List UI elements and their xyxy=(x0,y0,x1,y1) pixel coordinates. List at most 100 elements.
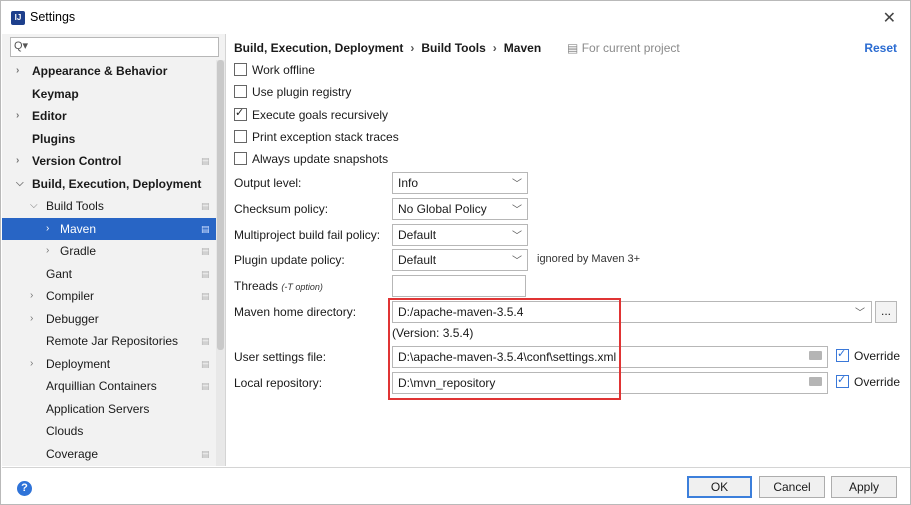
ok-button[interactable]: OK xyxy=(687,476,752,498)
sidebar-item-label: Clouds xyxy=(46,424,84,438)
checkbox-box[interactable] xyxy=(234,152,247,165)
project-scope-icon: ▤ xyxy=(201,448,210,459)
chevron-down-icon: ﹀ xyxy=(512,256,522,267)
sidebar-item-arquillian-containers[interactable]: Arquillian Containers ▤ xyxy=(2,375,216,398)
plugin-update-policy-select[interactable]: Default ﹀ xyxy=(392,249,528,271)
sidebar-item-editor[interactable]: › Editor xyxy=(2,105,216,128)
browse-maven-home-button[interactable]: ... xyxy=(875,301,897,323)
multiproject-fail-policy-value: Default xyxy=(398,228,437,242)
chevron-right-icon[interactable]: › xyxy=(30,353,33,376)
local-repository-override-checkbox[interactable]: Override xyxy=(836,373,900,389)
chevron-right-icon[interactable]: › xyxy=(46,218,49,241)
plugin-update-policy-note: ignored by Maven 3+ xyxy=(537,253,641,265)
user-settings-input[interactable]: D:\apache-maven-3.5.4\conf\settings.xml xyxy=(392,346,828,368)
intellij-icon: IJ xyxy=(11,11,25,25)
breadcrumb-item: Build, Execution, Deployment xyxy=(234,41,404,55)
checksum-policy-select[interactable]: No Global Policy ﹀ xyxy=(392,198,528,220)
sidebar-item-label: Arquillian Containers xyxy=(46,379,157,393)
threads-input[interactable] xyxy=(392,275,526,297)
maven-home-combobox[interactable]: D:/apache-maven-3.5.4 ﹀ xyxy=(392,301,872,323)
project-scope-icon: ▤ xyxy=(201,201,210,211)
sidebar-item-compiler[interactable]: › Compiler ▤ xyxy=(2,285,216,308)
folder-icon[interactable] xyxy=(809,377,822,386)
sidebar-item-application-servers[interactable]: Application Servers xyxy=(2,398,216,421)
search-input[interactable]: Q▾ xyxy=(10,37,219,57)
chevron-down-icon: ﹀ xyxy=(512,231,522,242)
sidebar-item-appearance-behavior[interactable]: › Appearance & Behavior xyxy=(2,60,216,83)
window-title: Settings xyxy=(30,10,76,24)
sidebar-item-maven[interactable]: › Maven ▤ xyxy=(2,217,216,241)
checkbox-box[interactable] xyxy=(836,347,849,362)
sidebar-item-label: Build, Execution, Deployment xyxy=(32,176,202,191)
execute-goals-recursively-label: Execute goals recursively xyxy=(252,108,389,122)
sidebar-item-clouds[interactable]: Clouds xyxy=(2,420,216,443)
user-settings-override-checkbox[interactable]: Override xyxy=(836,347,900,363)
output-level-select[interactable]: Info ﹀ xyxy=(392,172,528,194)
sidebar-scrollbar[interactable] xyxy=(216,60,225,466)
maven-settings-panel: Build, Execution, Deployment › Build Tools… xyxy=(226,34,910,466)
local-repository-input[interactable]: D:\mvn_repository xyxy=(392,372,828,394)
chevron-right-icon[interactable]: › xyxy=(30,285,33,308)
sidebar-item-label: Deployment xyxy=(46,356,111,371)
cancel-button[interactable]: Cancel xyxy=(759,476,825,498)
sidebar-item-label: Application Servers xyxy=(46,401,150,416)
sidebar-item-gant[interactable]: Gant ▤ xyxy=(2,263,216,286)
sidebar-item-coverage[interactable]: Coverage ▤ xyxy=(2,443,216,466)
sidebar-item-debugger[interactable]: › Debugger xyxy=(2,308,216,331)
chevron-right-icon[interactable]: › xyxy=(16,60,19,83)
sidebar-item-label: Keymap xyxy=(32,86,79,101)
project-scope-icon: ▤ xyxy=(201,336,210,346)
checkbox-box[interactable] xyxy=(234,130,247,143)
output-level-value: Info xyxy=(398,176,419,190)
scope-hint-label: For current project xyxy=(581,41,680,55)
help-icon[interactable]: ? xyxy=(17,481,32,496)
checkbox-box[interactable] xyxy=(234,63,247,76)
chevron-right-icon[interactable]: › xyxy=(16,150,19,173)
sidebar-item-plugins[interactable]: Plugins xyxy=(2,128,216,151)
close-icon[interactable]: ✕ xyxy=(883,8,896,28)
user-settings-value: D:\apache-maven-3.5.4\conf\settings.xml xyxy=(398,350,617,364)
folder-icon[interactable] xyxy=(809,351,822,360)
chevron-right-icon[interactable]: › xyxy=(16,105,19,128)
chevron-right-icon[interactable]: › xyxy=(30,308,33,331)
project-scope-icon: ▤ xyxy=(201,156,210,166)
project-scope-icon: ▤ xyxy=(201,268,210,279)
apply-button[interactable]: Apply xyxy=(831,476,897,498)
checkbox-box[interactable] xyxy=(836,373,849,388)
multiproject-fail-policy-label: Multiproject build fail policy: xyxy=(234,228,381,242)
sidebar-item-label: Gant xyxy=(46,266,73,281)
always-update-snapshots-label: Always update snapshots xyxy=(252,152,389,166)
settings-window: IJ Settings ✕ Q▾ › Appearance & Behavior K… xyxy=(0,0,911,505)
use-plugin-registry-checkbox[interactable]: Use plugin registry xyxy=(234,85,351,101)
sidebar-item-keymap[interactable]: Keymap xyxy=(2,83,216,106)
reset-link[interactable]: Reset xyxy=(864,41,897,55)
multiproject-fail-policy-select[interactable]: Default ﹀ xyxy=(392,224,528,246)
chevron-down-icon[interactable]: ⌵ xyxy=(30,195,38,218)
execute-goals-recursively-checkbox[interactable]: Execute goals recursively xyxy=(234,106,389,124)
sidebar-item-version-control[interactable]: › Version Control ▤ xyxy=(2,150,216,173)
breadcrumb: Build, Execution, Deployment › Build Tools… xyxy=(234,41,541,55)
threads-label: Threads (-T option) xyxy=(234,279,323,293)
chevron-down-icon[interactable]: ⌵ xyxy=(16,173,24,196)
threads-hint: (-T option) xyxy=(281,282,323,292)
sidebar-item-label: Build Tools xyxy=(46,199,104,213)
sidebar-item-label: Plugins xyxy=(32,131,76,146)
always-update-snapshots-checkbox[interactable]: Always update snapshots xyxy=(234,152,388,168)
print-exception-stack-traces-checkbox[interactable]: Print exception stack traces xyxy=(234,130,399,146)
work-offline-checkbox[interactable]: Work offline xyxy=(234,63,315,79)
checkbox-box[interactable] xyxy=(234,85,247,98)
sidebar-item-build-execution-deployment[interactable]: ⌵ Build, Execution, Deployment xyxy=(2,173,216,196)
chevron-right-icon[interactable]: › xyxy=(46,240,49,263)
sidebar-item-deployment[interactable]: › Deployment ▤ xyxy=(2,353,216,376)
maven-home-label: Maven home directory: xyxy=(234,305,357,319)
maven-home-value: D:/apache-maven-3.5.4 xyxy=(398,305,524,319)
sidebar-item-build-tools[interactable]: ⌵ Build Tools ▤ xyxy=(2,195,216,218)
sidebar-item-remote-jar-repositories[interactable]: Remote Jar Repositories ▤ xyxy=(2,330,216,353)
chevron-down-icon: ﹀ xyxy=(512,205,522,216)
sidebar-item-label: Maven xyxy=(60,221,97,236)
project-scope-icon: ▤ xyxy=(567,41,579,55)
checkbox-box[interactable] xyxy=(234,106,247,121)
project-scope-icon: ▤ xyxy=(201,381,210,391)
scrollbar-thumb[interactable] xyxy=(217,60,224,350)
sidebar-item-gradle[interactable]: › Gradle ▤ xyxy=(2,240,216,263)
